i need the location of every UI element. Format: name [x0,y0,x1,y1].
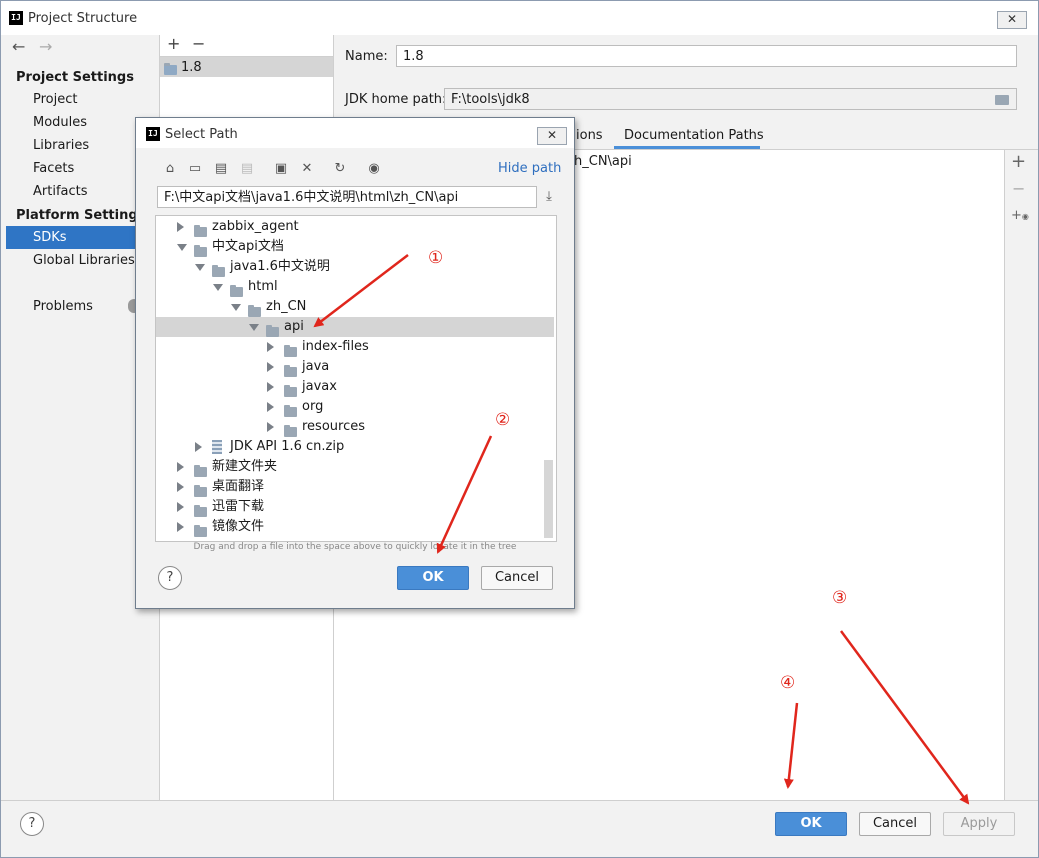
annotation-arrow-2 [436,435,493,554]
annotation-label-2: ② [495,410,511,430]
annotation-label-3: ③ [832,588,848,608]
annotation-arrow-1 [313,254,409,328]
annotation-layer [313,254,970,805]
annotation-arrow-4 [783,702,799,789]
annotation-label-4: ④ [780,673,796,693]
annotation-label-1: ① [428,248,444,268]
annotation-arrow-3 [839,630,970,805]
